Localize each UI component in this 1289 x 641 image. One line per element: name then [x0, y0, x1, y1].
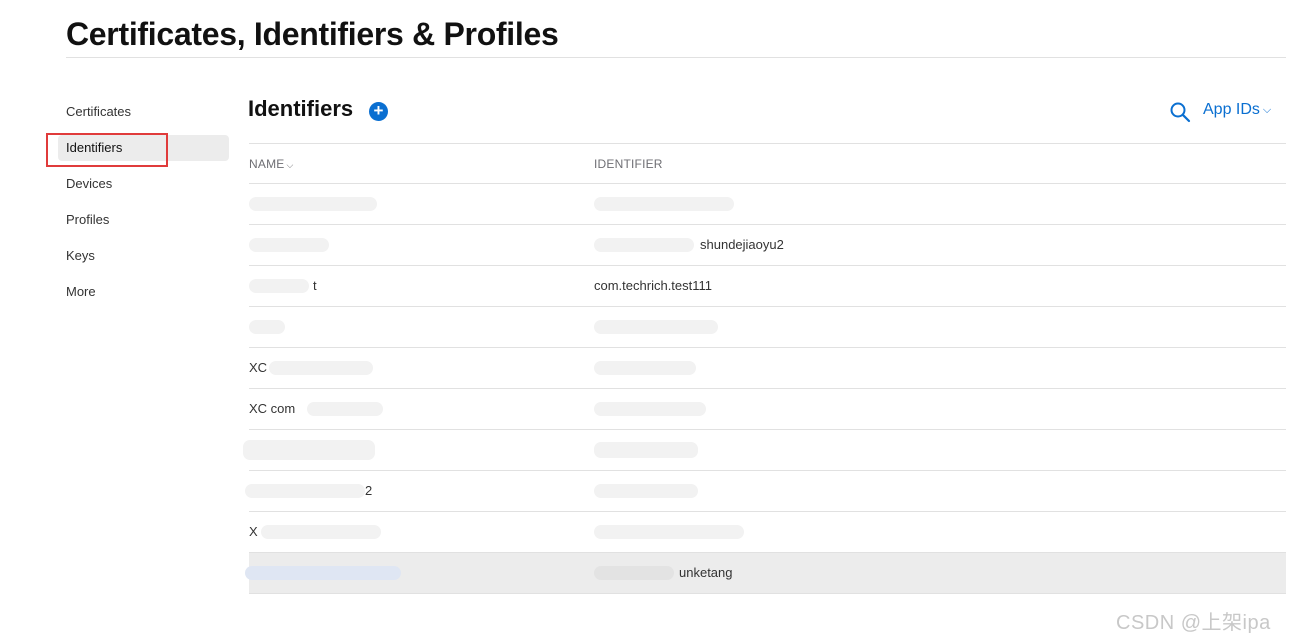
filter-label: App IDs	[1203, 101, 1260, 118]
table-header: NAME ⌵ IDENTIFIER	[249, 143, 1286, 184]
blurred-name	[249, 320, 285, 334]
blurred-name	[261, 525, 381, 539]
blurred-name	[249, 279, 309, 293]
sidebar-item-identifiers[interactable]: Identifiers	[58, 135, 229, 161]
blurred-name	[243, 440, 375, 460]
sidebar-item-devices[interactable]: Devices	[58, 171, 229, 197]
table-row[interactable]: shundejiaoyu2	[249, 225, 1286, 266]
table-row[interactable]: XC	[249, 348, 1286, 389]
row-name: 2	[365, 483, 373, 498]
sidebar-item-more[interactable]: More	[58, 279, 229, 305]
blurred-name	[245, 566, 401, 580]
blurred-identifier	[594, 320, 718, 334]
table-row[interactable]	[249, 184, 1286, 225]
app-ids-filter-dropdown[interactable]: App IDs ⌵	[1203, 101, 1271, 119]
row-name: X	[249, 524, 258, 539]
table-row[interactable]: 2	[245, 471, 1286, 512]
watermark: CSDN @上架ipa	[1116, 612, 1271, 634]
table-row[interactable]	[249, 307, 1286, 348]
blurred-name	[269, 361, 373, 375]
plus-circle-icon: +	[373, 101, 384, 120]
row-name: XC com	[249, 401, 296, 416]
blurred-identifier	[594, 484, 698, 498]
table-row-selected[interactable]: unketang	[245, 553, 1286, 594]
blurred-name	[307, 402, 383, 416]
title-divider	[66, 57, 1286, 58]
row-identifier: com.techrich.test111	[594, 278, 713, 293]
add-identifier-button[interactable]: +	[369, 102, 388, 121]
table-row[interactable]: t com.techrich.test111	[249, 266, 1286, 307]
row-identifier: shundejiaoyu2	[700, 237, 784, 252]
blurred-name	[249, 197, 377, 211]
blurred-identifier	[594, 197, 734, 211]
column-header-identifier: IDENTIFIER	[594, 157, 663, 171]
blurred-identifier	[594, 442, 698, 458]
page-title: Certificates, Identifiers & Profiles	[66, 16, 559, 52]
identifiers-table: NAME ⌵ IDENTIFIER shundejiaoyu2 t com.tec…	[243, 143, 1286, 594]
blurred-identifier	[594, 402, 706, 416]
blurred-name	[249, 238, 329, 252]
blurred-identifier	[594, 238, 694, 252]
table-row[interactable]: X	[249, 512, 1286, 553]
sidebar-item-keys[interactable]: Keys	[58, 243, 229, 269]
column-header-name[interactable]: NAME ⌵	[249, 157, 294, 171]
blurred-name	[245, 484, 365, 498]
table-row[interactable]: XC com	[249, 389, 1286, 430]
blurred-identifier	[594, 566, 674, 580]
row-identifier: unketang	[679, 565, 733, 580]
sort-chevron-icon: ⌵	[286, 160, 294, 170]
row-name: t	[313, 278, 317, 293]
blurred-identifier	[594, 525, 744, 539]
chevron-down-icon: ⌵	[1262, 104, 1272, 116]
sidebar-item-profiles[interactable]: Profiles	[58, 207, 229, 233]
search-icon[interactable]	[1169, 101, 1191, 123]
table-row[interactable]	[243, 430, 1286, 471]
row-name: XC	[249, 360, 268, 375]
section-title: Identifiers	[248, 96, 354, 121]
blurred-identifier	[594, 361, 696, 375]
sidebar-item-certificates[interactable]: Certificates	[58, 99, 229, 125]
